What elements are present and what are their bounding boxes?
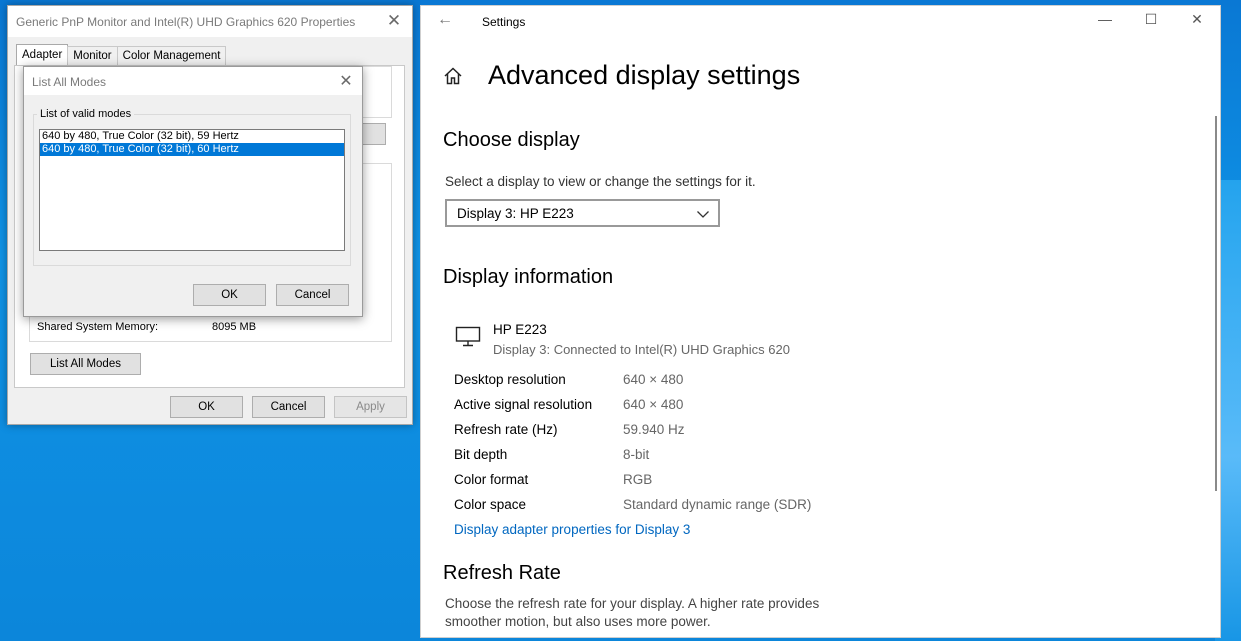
info-value: RGB xyxy=(623,472,653,487)
valid-modes-label: List of valid modes xyxy=(37,108,135,120)
list-item[interactable]: 640 by 480, True Color (32 bit), 59 Hert… xyxy=(40,130,344,143)
display-select-value: Display 3: HP E223 xyxy=(457,206,574,221)
properties-tabs: Adapter Monitor Color Management xyxy=(16,44,227,65)
home-icon[interactable] xyxy=(443,66,463,86)
settings-window-title: Settings xyxy=(482,15,526,29)
list-all-modes-dialog: List All Modes ✕ List of valid modes 640… xyxy=(23,66,363,317)
choose-display-heading: Choose display xyxy=(443,129,580,151)
display-select[interactable]: Display 3: HP E223 xyxy=(445,199,720,227)
close-icon[interactable]: ✕ xyxy=(384,11,404,31)
modes-ok-button[interactable]: OK xyxy=(193,284,266,306)
info-label: Color space xyxy=(454,497,527,512)
display-adapter-properties-link[interactable]: Display adapter properties for Display 3 xyxy=(454,522,690,537)
close-icon[interactable]: ✕ xyxy=(1174,11,1220,28)
settings-window: ← Settings — ☐ ✕ Advanced display settin… xyxy=(420,5,1221,638)
close-icon[interactable]: ✕ xyxy=(336,71,356,91)
modes-dialog-title: List All Modes xyxy=(32,75,107,89)
info-row: Bit depth 8-bit xyxy=(454,447,954,467)
cancel-button[interactable]: Cancel xyxy=(252,396,325,418)
info-label: Bit depth xyxy=(454,447,508,462)
properties-window-title: Generic PnP Monitor and Intel(R) UHD Gra… xyxy=(16,15,356,29)
modes-cancel-button[interactable]: Cancel xyxy=(276,284,349,306)
settings-titlebar[interactable]: ← Settings — ☐ ✕ xyxy=(421,6,1220,36)
info-label: Desktop resolution xyxy=(454,372,566,387)
tab-monitor[interactable]: Monitor xyxy=(67,46,118,65)
refresh-rate-text-1: Choose the refresh rate for your display… xyxy=(445,596,820,611)
info-value: 59.940 Hz xyxy=(623,422,685,437)
info-label: Active signal resolution xyxy=(454,397,593,412)
adapter-properties-button[interactable] xyxy=(362,123,386,145)
back-arrow-icon[interactable]: ← xyxy=(437,11,453,29)
page-title: Advanced display settings xyxy=(488,60,801,90)
tab-adapter[interactable]: Adapter xyxy=(16,44,69,65)
display-information-heading: Display information xyxy=(443,266,614,288)
maximize-icon[interactable]: ☐ xyxy=(1128,11,1174,28)
info-label: Refresh rate (Hz) xyxy=(454,422,558,437)
monitor-connection: Display 3: Connected to Intel(R) UHD Gra… xyxy=(493,342,790,357)
info-row: Color space Standard dynamic range (SDR) xyxy=(454,497,954,517)
info-row: Color format RGB xyxy=(454,472,954,492)
chevron-down-icon xyxy=(697,211,709,218)
info-row: Active signal resolution 640 × 480 xyxy=(454,397,954,417)
valid-modes-list[interactable]: 640 by 480, True Color (32 bit), 59 Hert… xyxy=(39,129,345,251)
info-row: Desktop resolution 640 × 480 xyxy=(454,372,954,392)
modes-titlebar[interactable]: List All Modes ✕ xyxy=(24,67,362,95)
info-value: 640 × 480 xyxy=(623,372,684,387)
scrollbar[interactable] xyxy=(1215,116,1217,491)
minimize-icon[interactable]: — xyxy=(1082,11,1128,27)
apply-button[interactable]: Apply xyxy=(334,396,407,418)
choose-display-text: Select a display to view or change the s… xyxy=(445,174,756,189)
info-row: Refresh rate (Hz) 59.940 Hz xyxy=(454,422,954,442)
shared-memory-value: 8095 MB xyxy=(212,321,257,333)
list-item-selected[interactable]: 640 by 480, True Color (32 bit), 60 Hert… xyxy=(40,143,344,156)
info-value: 640 × 480 xyxy=(623,397,684,412)
shared-memory-label: Shared System Memory: xyxy=(37,321,159,333)
properties-titlebar[interactable]: Generic PnP Monitor and Intel(R) UHD Gra… xyxy=(8,6,412,37)
info-value: 8-bit xyxy=(623,447,650,462)
monitor-name: HP E223 xyxy=(493,322,547,337)
tab-color-management[interactable]: Color Management xyxy=(116,46,227,65)
refresh-rate-heading: Refresh Rate xyxy=(443,562,561,584)
monitor-icon xyxy=(455,326,481,347)
refresh-rate-text-2: smoother motion, but also uses more powe… xyxy=(445,614,711,629)
list-all-modes-button[interactable]: List All Modes xyxy=(30,353,141,375)
info-value: Standard dynamic range (SDR) xyxy=(623,497,812,512)
ok-button[interactable]: OK xyxy=(170,396,243,418)
info-label: Color format xyxy=(454,472,529,487)
